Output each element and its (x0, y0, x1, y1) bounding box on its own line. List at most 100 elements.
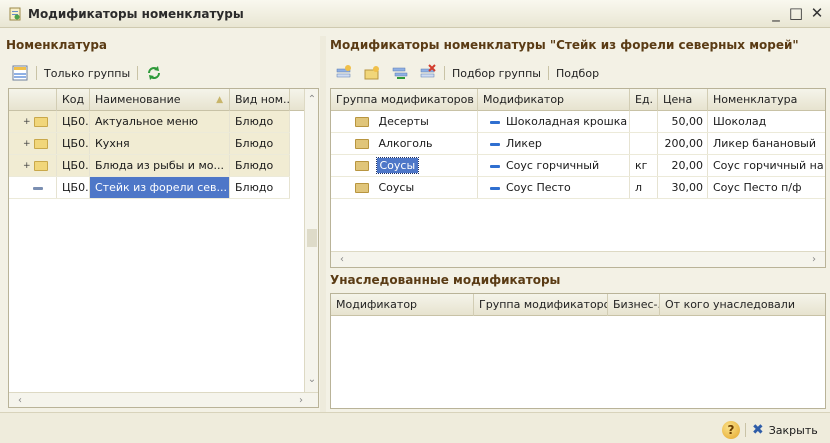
refresh-button[interactable] (142, 63, 166, 83)
group-cell: Десерты (331, 111, 478, 132)
modifiers-grid-header: Группа модификаторов Модификатор Ед. Цен… (331, 89, 825, 111)
price-cell: 200,00 (658, 133, 708, 154)
column-header-group[interactable]: Группа модификаторов (474, 294, 608, 316)
layout-toggle-button[interactable] (8, 63, 32, 83)
copy-row-button[interactable] (388, 63, 412, 83)
unit-cell: л (630, 177, 658, 198)
left-toolbar: Только группы (8, 61, 166, 85)
group-label-selected: Соусы (375, 157, 420, 174)
unit-cell: кг (630, 155, 658, 176)
expand-icon[interactable]: + (23, 161, 31, 171)
title-bar: Модификаторы номенклатуры _ □ ✕ (0, 0, 830, 28)
table-row[interactable]: + ЦБ0... Актуальное меню Блюдо (9, 111, 290, 133)
table-row[interactable]: Десерты Шоколадная крошка 50,00 Шоколад (331, 111, 825, 133)
folder-icon (355, 183, 369, 193)
column-header-item[interactable]: Номенклатура (708, 89, 825, 111)
column-header-inherited-from[interactable]: От кого унаследовали (660, 294, 825, 316)
group-label: Соусы (378, 181, 415, 194)
item-cell: Соус горчичный на (713, 159, 824, 172)
modifier-label: Ликер (506, 137, 542, 150)
item-cell: Соус Песто п/ф (713, 181, 802, 194)
delete-row-icon (420, 64, 436, 78)
scroll-down-icon[interactable]: ⌄ (305, 373, 318, 387)
horizontal-scrollbar[interactable]: ‹ › (9, 392, 318, 407)
expand-icon[interactable]: + (23, 139, 31, 149)
group-cell: Соусы (331, 177, 478, 198)
modifier-label: Соус Песто (506, 181, 571, 194)
column-header-modifier[interactable]: Модификатор (331, 294, 474, 316)
folder-add-icon (364, 66, 379, 80)
item-icon (490, 142, 500, 146)
folder-icon (33, 139, 48, 149)
modifier-cell: Соус горчичный (478, 155, 630, 176)
table-row[interactable]: + ЦБ0... Кухня Блюдо (9, 133, 290, 155)
column-header-icon[interactable] (9, 89, 57, 111)
group-cell: Соусы (331, 155, 478, 176)
group-cell: Алкоголь (331, 133, 478, 154)
table-row[interactable]: + ЦБ0... Блюда из рыбы и мо... Блюдо (9, 155, 290, 177)
price-cell: 30,00 (658, 177, 708, 198)
vertical-scrollbar[interactable]: ⌃ ⌄ (304, 89, 318, 392)
scroll-right-icon[interactable]: › (294, 394, 308, 407)
delete-row-button[interactable] (416, 63, 440, 83)
table-row[interactable]: Соусы Соус Песто л 30,00 Соус Песто п/ф (331, 177, 825, 199)
price-cell: 20,00 (658, 155, 708, 176)
price-cell: 50,00 (658, 111, 708, 132)
column-header-modifier[interactable]: Модификатор (478, 89, 630, 111)
layout-icon (12, 65, 28, 81)
groups-only-button[interactable]: Только группы (41, 63, 133, 83)
scroll-right-icon[interactable]: › (807, 253, 821, 267)
group-label: Алкоголь (378, 137, 433, 150)
item-icon (490, 186, 500, 190)
row-icon-cell: + (9, 111, 57, 132)
inherited-grid[interactable]: Модификатор Группа модификаторов Бизнес-… (330, 293, 826, 409)
scroll-up-icon[interactable]: ⌃ (305, 93, 318, 107)
maximize-button[interactable]: □ (787, 4, 805, 22)
add-folder-button[interactable] (360, 63, 384, 83)
folder-icon (355, 117, 369, 127)
folder-icon (33, 161, 48, 171)
footer-bar: ? ✖ Закрыть (0, 412, 830, 443)
pick-group-button[interactable]: Подбор группы (449, 63, 544, 83)
folder-icon (355, 139, 369, 149)
pane-splitter[interactable] (320, 36, 326, 412)
column-header-code[interactable]: Код (57, 89, 90, 111)
close-button[interactable]: ✖ Закрыть (752, 420, 818, 440)
add-group-button[interactable] (332, 63, 356, 83)
horizontal-scrollbar[interactable]: ‹ › (331, 251, 825, 267)
folder-icon (355, 161, 369, 171)
column-header-unit[interactable]: Ед. (630, 89, 658, 111)
scroll-thumb[interactable] (307, 229, 317, 247)
scroll-left-icon[interactable]: ‹ (13, 394, 27, 407)
table-row[interactable]: Алкоголь Ликер 200,00 Ликер банановый (331, 133, 825, 155)
nomenclature-grid[interactable]: Код Наименование ▲ Вид ном... + ЦБ0... А… (8, 88, 319, 408)
minimize-button[interactable]: _ (767, 4, 785, 22)
help-button[interactable]: ? (722, 421, 740, 439)
column-header-price[interactable]: Цена (658, 89, 708, 111)
item-icon (490, 164, 500, 168)
table-row-selected[interactable]: Соусы Соус горчичный кг 20,00 Соус горчи… (331, 155, 825, 177)
inherited-grid-header: Модификатор Группа модификаторов Бизнес-… (331, 294, 825, 316)
row-icon-cell: + (9, 155, 57, 176)
column-header-group[interactable]: Группа модификаторов (331, 89, 478, 111)
expand-icon[interactable]: + (23, 117, 31, 127)
kind-cell: Блюдо (230, 133, 290, 154)
row-icon-cell: + (9, 133, 57, 154)
scroll-left-icon[interactable]: ‹ (335, 253, 349, 267)
copy-row-icon (392, 67, 408, 79)
column-header-kind[interactable]: Вид ном... (230, 89, 290, 111)
toolbar-separator (547, 66, 549, 80)
name-cell-selected: Стейк из форели сев... (90, 177, 230, 198)
column-header-name[interactable]: Наименование ▲ (90, 89, 230, 111)
group-label: Десерты (378, 115, 429, 128)
close-window-button[interactable]: ✕ (808, 4, 826, 22)
footer-separator (745, 423, 746, 437)
table-row-selected[interactable]: ЦБ0... Стейк из форели сев... Блюдо (9, 177, 290, 199)
item-cell: Шоколад (713, 115, 767, 128)
column-header-business[interactable]: Бизнес-... (608, 294, 660, 316)
document-icon (9, 7, 21, 21)
modifier-label: Шоколадная крошка (506, 115, 628, 128)
modifiers-grid[interactable]: Группа модификаторов Модификатор Ед. Цен… (330, 88, 826, 268)
pick-button[interactable]: Подбор (553, 63, 602, 83)
name-cell: Кухня (90, 133, 230, 154)
